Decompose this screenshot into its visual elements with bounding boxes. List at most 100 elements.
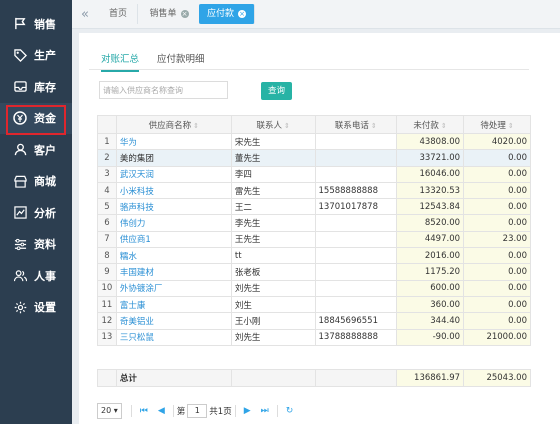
phone-cell: 13788888888 [314,328,398,346]
table-row[interactable]: 13 三只松鼠 刘先生 13788888888 -90.00 21000.00 [97,328,531,346]
phone-cell [314,132,398,151]
people-icon [12,268,28,284]
sidebar-item-inventory[interactable]: 库存 [0,71,72,103]
row-index: 4 [97,181,117,200]
page-size-select[interactable]: 20 ▾ [97,403,122,419]
row-index: 6 [97,214,117,232]
supplier-name-link[interactable]: 外协镀涂厂 [115,279,232,297]
tab-payables-detail[interactable]: 应付款明细 [157,51,205,65]
pending-cell: 0.00 [463,149,531,167]
table-row[interactable]: 8 糯水 tt 2016.00 0.00 [97,247,531,265]
unpaid-cell: 344.40 [396,312,465,330]
sidebar-item-analysis[interactable]: 分析 [0,197,72,229]
collapse-sidebar-icon[interactable]: « [72,0,98,28]
store-icon [12,173,28,189]
query-button[interactable]: 查询 [261,82,292,100]
supplier-name-link[interactable]: 糯水 [115,247,232,265]
spacer-cell [396,344,464,370]
tab-sales-order[interactable]: 销售单 × [139,4,200,24]
divider [130,405,132,417]
first-page-icon[interactable]: ⏮ [140,406,148,416]
table-row[interactable]: 2 美的集团 董先生 33721.00 0.00 [97,149,531,167]
supplier-name-link[interactable]: 三只松鼠 [115,328,232,346]
table-row[interactable]: 11 富士康 刘生 360.00 0.00 [97,295,531,314]
supplier-name-link[interactable]: 供应商1 [115,230,232,249]
table-body: 1 华为 宋先生 43808.00 4020.00 2 美的集团 董先生 33721.00 0.0… [97,132,531,387]
supplier-name-link[interactable]: 奇美铝业 [115,312,232,330]
unpaid-cell: 4497.00 [396,230,465,249]
supplier-name-link[interactable]: 华为 [115,132,232,151]
sidebar-item-customers[interactable]: 客户 [0,134,72,166]
header-label: 未付款 [413,120,439,131]
table-row[interactable]: 6 伟创力 李先生 8520.00 0.00 [97,214,531,232]
sidebar-item-label: 销售 [34,17,56,31]
pending-cell: 0.00 [463,198,531,216]
search-input[interactable] [99,81,228,99]
table-row[interactable]: 5 骆声科技 王二 13701017878 12543.84 0.00 [97,198,531,216]
sidebar-item-mall[interactable]: 商城 [0,166,72,198]
row-index: 8 [97,247,117,265]
sort-icon: ⇕ [507,121,514,130]
close-icon[interactable]: × [180,10,189,18]
total-phone [314,368,398,387]
header-label: 联系人 [256,120,282,131]
flag-icon [12,16,28,32]
header-index [97,115,117,134]
contact-cell: 雷先生 [230,181,316,200]
tab-reconciliation-summary[interactable]: 对账汇总 [101,51,140,72]
next-page-icon[interactable]: ▶ [244,406,251,416]
sidebar-item-funds[interactable]: 资金 [0,102,72,134]
row-index: 11 [97,295,117,314]
unpaid-cell: -90.00 [396,328,465,346]
phone-cell [314,263,398,281]
supplier-name-link[interactable]: 丰国建材 [115,263,232,281]
tab-payables[interactable]: 应付款 × [199,4,255,24]
sidebar-item-data[interactable]: 资料 [0,229,72,261]
supplier-name-link[interactable]: 伟创力 [115,214,232,232]
table-row[interactable]: 10 外协镀涂厂 刘先生 600.00 0.00 [97,279,531,297]
table-row[interactable]: 7 供应商1 王先生 4497.00 23.00 [97,230,531,249]
supplier-name-link[interactable]: 富士康 [115,295,232,314]
divider [172,405,174,417]
sidebar-item-label: 生产 [34,49,56,63]
contact-cell: 董先生 [230,149,316,167]
table-row[interactable]: 12 奇美铝业 王小刚 18845696551 344.40 0.00 [97,312,531,330]
phone-cell [314,295,398,314]
sidebar-item-label: 设置 [34,301,56,315]
header-label: 待处理 [480,120,506,131]
table-row[interactable]: 1 华为 宋先生 43808.00 4020.00 [97,132,531,151]
sidebar-item-production[interactable]: 生产 [0,40,72,72]
header-label: 供应商名称 [148,120,192,131]
sidebar-item-hr[interactable]: 人事 [0,260,72,292]
header-unpaid[interactable]: 未付款 ⇕ [396,115,465,134]
supplier-name-link[interactable]: 美的集团 [115,149,232,167]
table-row[interactable]: 4 小米科技 雷先生 15588888888 13320.53 0.00 [97,181,531,200]
contact-cell: 王二 [230,198,316,216]
supplier-name-link[interactable]: 武汉天润 [115,165,232,183]
header-pending[interactable]: 待处理 ⇕ [463,115,531,134]
page-size-value: 20 [101,406,112,415]
pending-cell: 0.00 [463,279,531,297]
prev-page-icon[interactable]: ◀ [158,406,165,416]
spacer-cell [463,344,531,370]
close-icon[interactable]: × [238,10,246,18]
sidebar-item-sales[interactable]: 销售 [0,8,72,40]
supplier-name-link[interactable]: 骆声科技 [115,198,232,216]
contact-cell: 王小刚 [230,312,316,330]
tab-home[interactable]: 首页 [99,4,138,24]
spacer-cell [315,344,397,370]
contact-cell: 刘生 [230,295,316,314]
refresh-icon[interactable]: ↻ [286,406,294,416]
table-row[interactable]: 9 丰国建材 张老板 1175.20 0.00 [97,263,531,281]
contact-cell: 李四 [230,165,316,183]
sliders-icon [12,236,28,252]
supplier-name-link[interactable]: 小米科技 [115,181,232,200]
unpaid-cell: 12543.84 [396,198,465,216]
page-input[interactable]: 1 [187,404,208,418]
header-phone[interactable]: 联系电话 ⇕ [314,115,398,134]
last-page-icon[interactable]: ⏭ [261,406,269,416]
sidebar-item-settings[interactable]: 设置 [0,292,72,324]
table-row[interactable]: 3 武汉天润 李四 16046.00 0.00 [97,165,531,183]
header-contact[interactable]: 联系人 ⇕ [230,115,316,134]
header-supplier-name[interactable]: 供应商名称 ⇕ [115,115,232,134]
